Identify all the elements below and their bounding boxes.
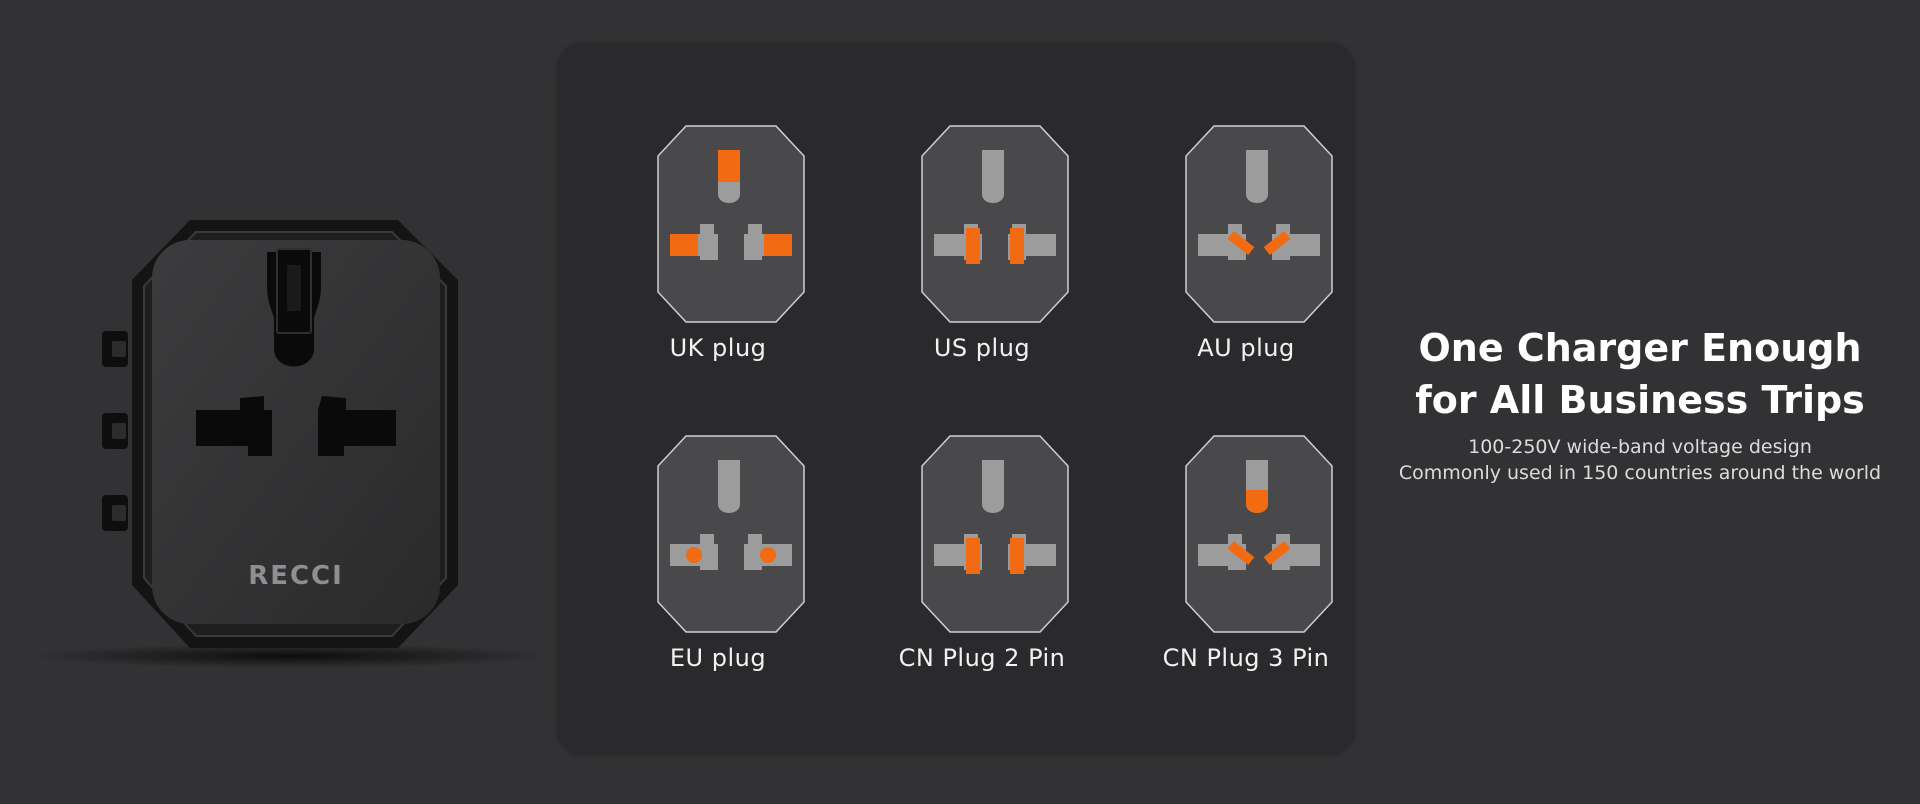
- plug-types-panel: UK plug US plug AU plug EU plug CN Plug …: [558, 44, 1354, 755]
- au-plug-icon: [1185, 125, 1333, 323]
- plug-card-uk: UK plug: [598, 124, 838, 404]
- brand-logo: RECCI: [248, 561, 344, 591]
- us-plug-icon: [921, 125, 1069, 323]
- travel-adapter-image: RECCI: [0, 0, 560, 800]
- uk-plug-icon: [657, 125, 805, 323]
- plug-card-us: US plug: [862, 124, 1102, 404]
- side-sliders: [102, 331, 128, 531]
- plug-card-au: AU plug: [1126, 124, 1366, 404]
- earth-socket: [267, 248, 321, 367]
- plug-card-cn2: CN Plug 2 Pin: [862, 434, 1102, 714]
- subtext-voltage: 100-250V wide-band voltage design: [1468, 436, 1812, 458]
- plug-label: EU plug: [669, 644, 767, 672]
- plug-label: AU plug: [1197, 334, 1295, 362]
- plug-card-eu: EU plug: [598, 434, 838, 714]
- plug-card-cn3: CN Plug 3 Pin: [1126, 434, 1366, 714]
- plug-label: CN Plug 2 Pin: [898, 644, 1066, 672]
- plug-label: UK plug: [669, 334, 767, 362]
- subtext-countries: Commonly used in 150 countries around th…: [1398, 462, 1882, 484]
- headline-line-1: One Charger Enough: [1418, 326, 1862, 370]
- plug-label: CN Plug 3 Pin: [1162, 644, 1330, 672]
- eu-plug-icon: [657, 435, 805, 633]
- plug-label: US plug: [933, 334, 1031, 362]
- headline: One Charger Enough for All Business Trip…: [1380, 322, 1900, 426]
- travel-adapter-illustration: RECCI: [30, 220, 550, 668]
- headline-line-2: for All Business Trips: [1415, 378, 1865, 422]
- marketing-copy: One Charger Enough for All Business Trip…: [1380, 322, 1900, 486]
- cn3-plug-icon: [1185, 435, 1333, 633]
- cn2-plug-icon: [921, 435, 1069, 633]
